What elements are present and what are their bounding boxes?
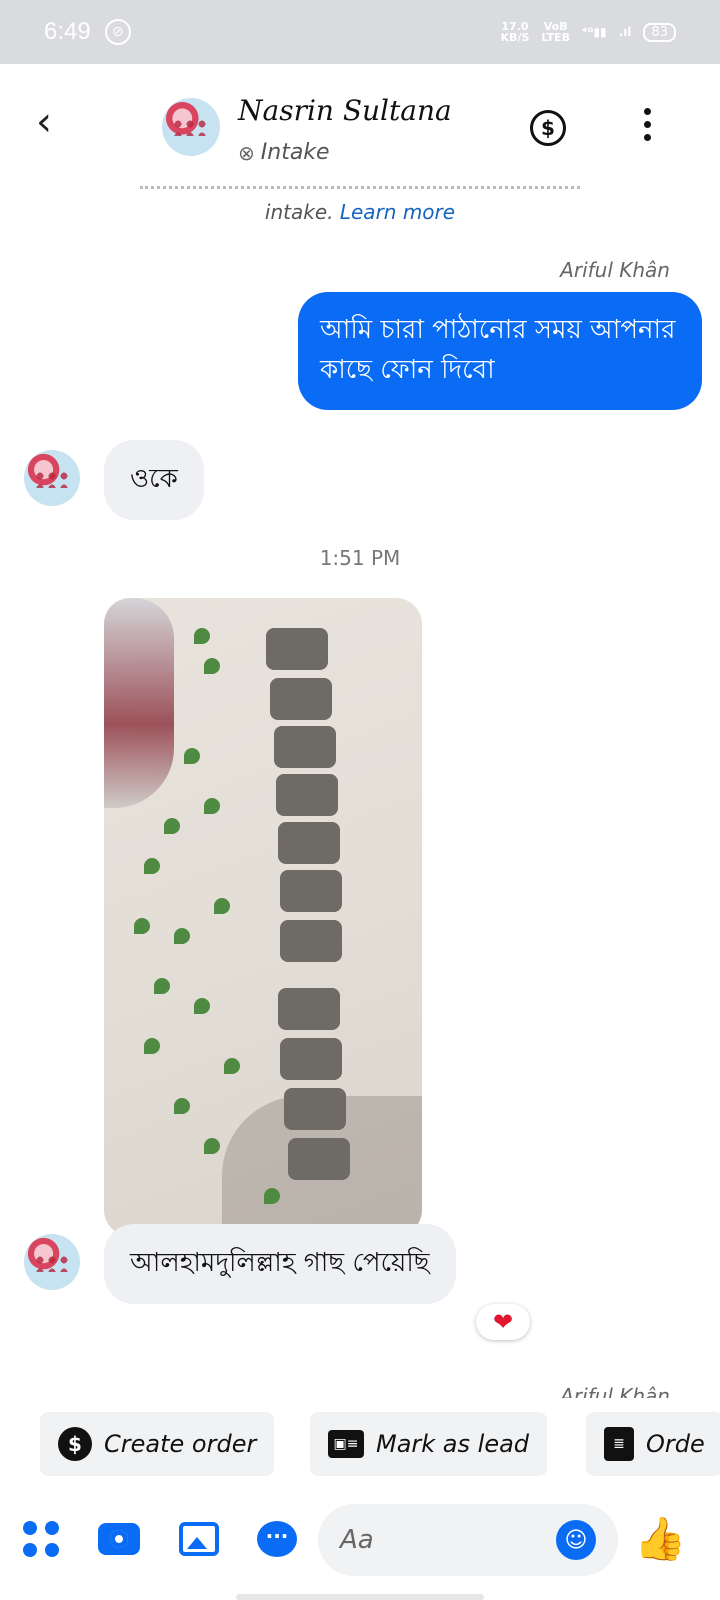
like-button[interactable]: 👍 xyxy=(634,1514,686,1564)
camera-icon xyxy=(98,1523,140,1555)
camera-button[interactable] xyxy=(96,1516,142,1562)
battery-icon: 83 xyxy=(643,22,676,42)
quick-actions-bar: $ Create order ▣≡ Mark as lead ≣ Orde xyxy=(0,1408,720,1480)
system-info-text: intake. xyxy=(264,200,334,224)
home-indicator xyxy=(236,1594,484,1600)
learn-more-link[interactable]: Learn more xyxy=(340,200,455,224)
contact-name[interactable]: Nasrin Sultana xyxy=(238,94,452,127)
gallery-button[interactable] xyxy=(176,1516,222,1562)
network-speed: 17.0 KB/S xyxy=(500,20,530,44)
orders-button[interactable]: ≣ Orde xyxy=(586,1412,720,1476)
contact-avatar-small[interactable] xyxy=(24,450,80,506)
message-timestamp: 1:51 PM xyxy=(319,546,401,570)
incoming-message[interactable]: ওকে xyxy=(104,440,204,520)
sender-name: Ariful Khân xyxy=(560,258,670,282)
signal-icon: ⁴ᴳ▮▮ xyxy=(581,25,607,39)
heart-reaction[interactable]: ❤ xyxy=(476,1304,530,1340)
dollar-icon: $ xyxy=(58,1427,92,1461)
mark-as-lead-button[interactable]: ▣≡ Mark as lead xyxy=(310,1412,548,1476)
back-button[interactable]: ‹ xyxy=(36,102,52,142)
mark-as-lead-label: Mark as lead xyxy=(376,1430,530,1458)
orders-label: Orde xyxy=(646,1430,705,1458)
emoji-icon[interactable]: ☺ xyxy=(556,1520,596,1560)
contact-stage-label: Intake xyxy=(260,140,330,165)
message-input[interactable]: Aa ☺ xyxy=(318,1504,618,1576)
contact-card-icon: ▣≡ xyxy=(328,1430,364,1458)
system-info: intake. Learn more xyxy=(0,200,720,224)
create-order-label: Create order xyxy=(104,1430,257,1458)
dnd-icon: ⊘ xyxy=(104,19,131,45)
incoming-message[interactable]: আলহামদুলিল্লাহ গাছ পেয়েছি xyxy=(104,1224,456,1304)
contact-avatar-small[interactable] xyxy=(24,1234,80,1290)
more-options-button[interactable] xyxy=(640,108,654,141)
photo-message[interactable] xyxy=(104,598,422,1236)
payment-button[interactable]: $ xyxy=(530,110,566,146)
apps-button[interactable] xyxy=(18,1516,64,1562)
create-order-button[interactable]: $ Create order xyxy=(40,1412,275,1476)
message-composer: ··· Aa ☺ 👍 xyxy=(0,1496,720,1600)
intake-icon: ⊗ xyxy=(238,140,255,165)
status-icons: 17.0 KB/S VoB LTEB ⁴ᴳ▮▮ .ıl 83 xyxy=(501,21,676,43)
more-vertical-icon xyxy=(643,108,651,115)
volte-indicator: VoB LTEB xyxy=(541,20,570,44)
chat-header: ‹ Nasrin Sultana ⊗ Intake $ xyxy=(0,64,720,192)
image-icon xyxy=(179,1522,219,1556)
chat-bubble-icon: ··· xyxy=(257,1521,297,1557)
status-bar: 6:49 ⊘ 17.0 KB/S VoB LTEB ⁴ᴳ▮▮ .ıl 83 xyxy=(0,0,720,64)
outgoing-message[interactable]: আমি চারা পাঠানোর সময় আপনার কাছে ফোন দিব… xyxy=(298,292,702,410)
status-time: 6:49 xyxy=(44,18,91,45)
dollar-icon: $ xyxy=(541,116,555,140)
contact-avatar[interactable] xyxy=(162,98,220,156)
saved-replies-button[interactable]: ··· xyxy=(254,1516,300,1562)
grid-dots-icon xyxy=(23,1521,59,1557)
thumbs-up-icon: 👍 xyxy=(634,1514,687,1563)
heart-icon: ❤ xyxy=(492,1308,514,1336)
message-input-placeholder: Aa xyxy=(340,1525,374,1555)
system-info-cut-text xyxy=(140,186,580,190)
signal-icon-2: .ıl xyxy=(618,25,632,39)
sender-name-partial: Ariful Khân xyxy=(560,1384,670,1398)
photo-bag xyxy=(104,598,174,808)
document-icon: ≣ xyxy=(604,1427,634,1461)
chevron-left-icon: ‹ xyxy=(36,99,52,145)
contact-stage[interactable]: ⊗ Intake xyxy=(238,140,330,165)
